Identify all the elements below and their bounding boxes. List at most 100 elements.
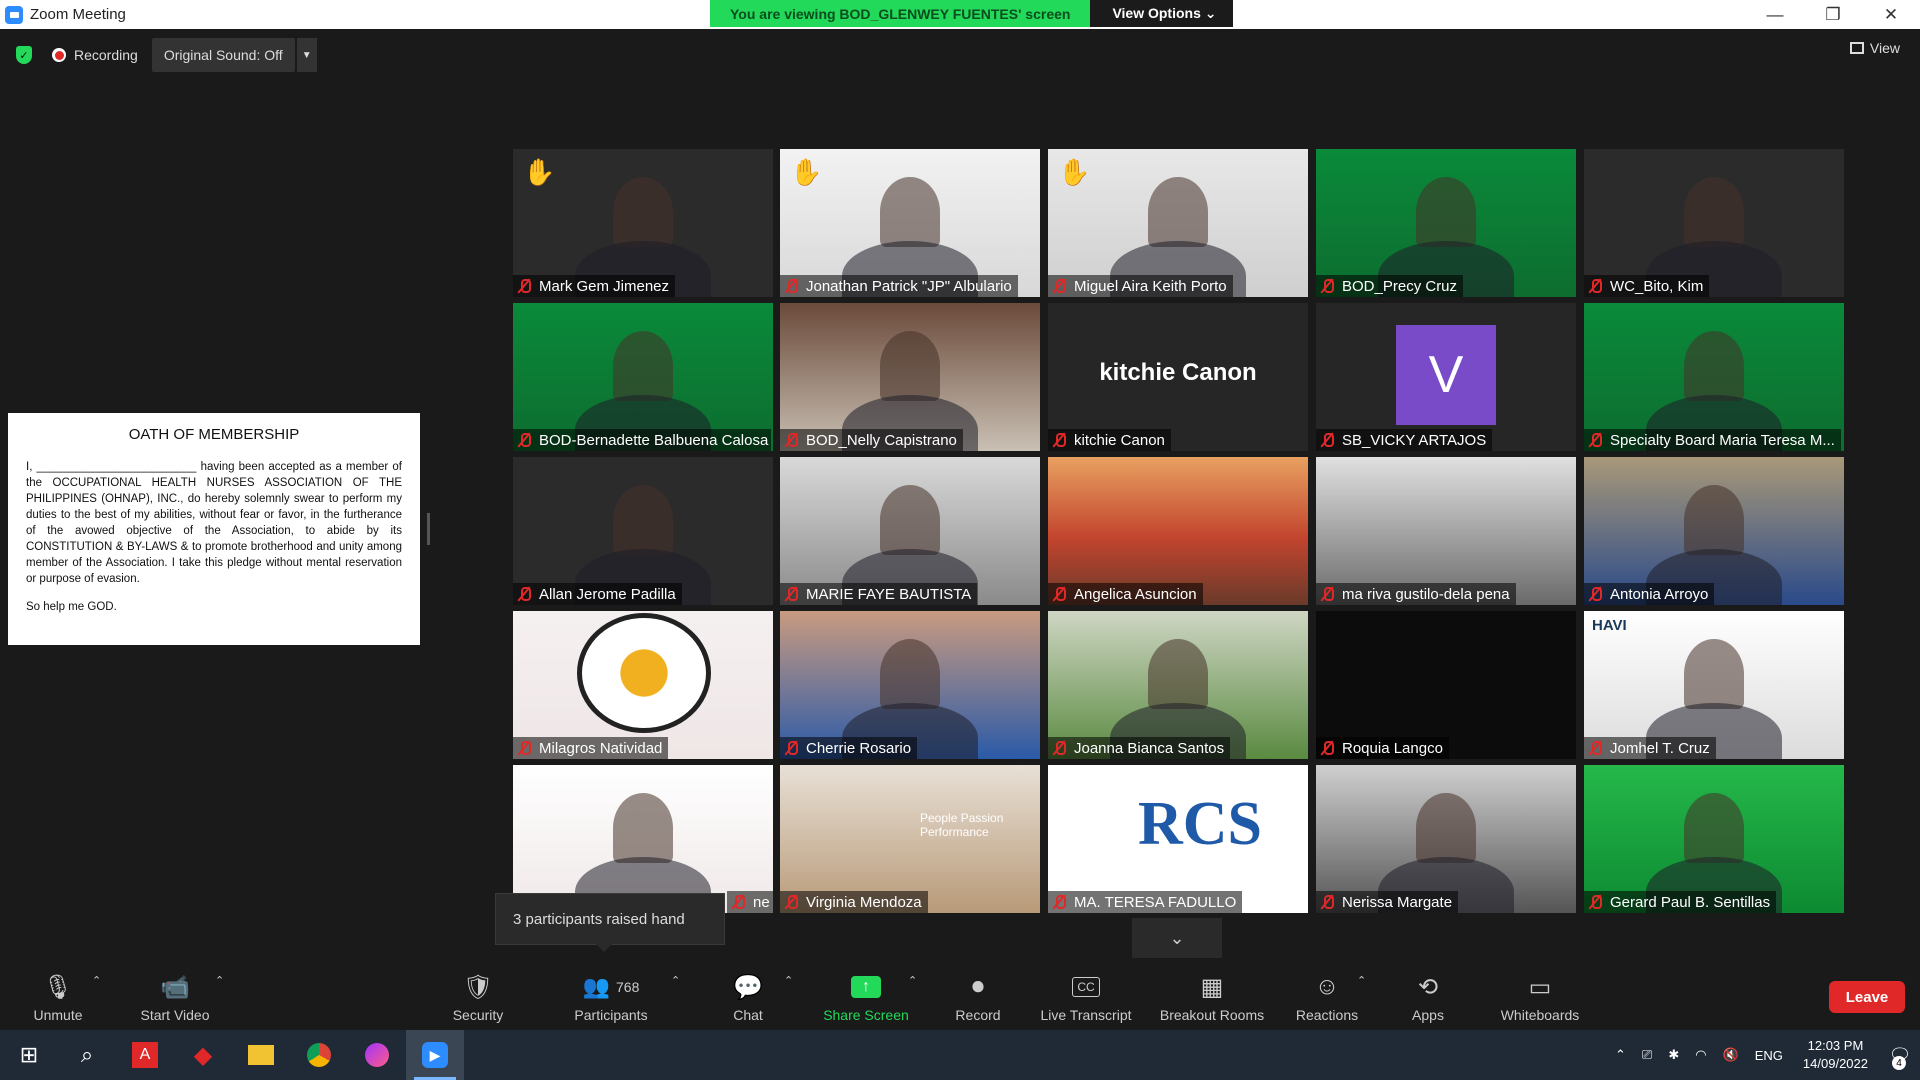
participant-name-label: MARIE FAYE BAUTISTA [780, 583, 978, 605]
participant-tile[interactable]: MARIE FAYE BAUTISTA [780, 457, 1040, 605]
original-sound-button[interactable]: Original Sound: Off [151, 38, 295, 72]
share-screen-button[interactable]: ↑ Share Screen [820, 960, 912, 1027]
participant-tile[interactable]: Joanna Bianca Santos [1048, 611, 1308, 759]
participant-name-label: kitchie Canon [1048, 429, 1171, 451]
chat-options-caret[interactable]: ⌃ [784, 974, 793, 987]
participant-name: Miguel Aira Keith Porto [1074, 277, 1227, 295]
participant-silhouette [613, 793, 673, 863]
security-button[interactable]: 🛡 Security [448, 960, 508, 1027]
zoom-taskbar-icon[interactable]: ▶ [406, 1030, 464, 1080]
mic-muted-icon [517, 586, 531, 602]
mic-muted-icon [1052, 278, 1066, 294]
notification-center-icon[interactable]: 🗨 4 [1880, 1030, 1920, 1080]
original-sound-dropdown[interactable]: ▼ [296, 38, 317, 72]
participant-tile[interactable]: WC_Bito, Kim [1584, 149, 1844, 297]
participant-tile[interactable]: ma riva gustilo-dela pena [1316, 457, 1576, 605]
bluetooth-icon[interactable]: ✱ [1668, 1047, 1679, 1063]
participant-name-label: Cherrie Rosario [780, 737, 918, 759]
participant-name-label: Jomhel T. Cruz [1584, 737, 1716, 759]
reactions-options-caret[interactable]: ⌃ [1357, 974, 1366, 987]
unmute-button[interactable]: 🎙 Unmute [22, 960, 94, 1027]
participant-tile[interactable]: RCS MA. TERESA FADULLO [1048, 765, 1308, 913]
wifi-icon[interactable]: ◠ [1695, 1047, 1706, 1063]
participant-tile[interactable]: ✋ Miguel Aira Keith Porto [1048, 149, 1308, 297]
messenger-icon[interactable] [348, 1030, 406, 1080]
encryption-shield-icon[interactable]: ✓ [16, 46, 32, 64]
cc-icon: CC [1072, 973, 1100, 1001]
volume-muted-icon[interactable]: 🔇 [1723, 1047, 1739, 1063]
participant-tile[interactable]: kitchie Canon kitchie Canon [1048, 303, 1308, 451]
participant-tile[interactable]: Gerard Paul B. Sentillas [1584, 765, 1844, 913]
mic-muted-icon [1588, 894, 1602, 910]
raised-hand-tooltip: 3 participants raised hand [495, 893, 725, 952]
participant-name: Nerissa Margate [1342, 893, 1453, 911]
participant-name: Antonia Arroyo [1610, 585, 1709, 603]
restore-button[interactable]: ❐ [1804, 0, 1862, 29]
participant-name: Cherrie Rosario [806, 739, 912, 757]
record-button[interactable]: ⏺ Record [950, 960, 1006, 1027]
reactions-button[interactable]: ☺ Reactions [1292, 960, 1362, 1027]
windows-start-icon[interactable]: ⊞ [0, 1030, 58, 1080]
close-button[interactable]: ✕ [1862, 0, 1920, 29]
start-video-button[interactable]: 📹 Start Video [132, 960, 218, 1027]
zoom-app-icon [5, 5, 23, 24]
search-icon[interactable]: ⌕ [58, 1030, 116, 1080]
participant-tile[interactable]: Specialty Board Maria Teresa M... [1584, 303, 1844, 451]
tray-overflow-icon[interactable]: ⌃ [1615, 1047, 1626, 1063]
participant-tile[interactable]: BOD-Bernadette Balbuena Calosa [513, 303, 773, 451]
language-indicator[interactable]: ENG [1755, 1048, 1783, 1063]
view-label: View [1869, 40, 1900, 56]
live-transcript-button[interactable]: CC Live Transcript [1036, 960, 1136, 1027]
participant-name-label: BOD-Bernadette Balbuena Calosa [513, 429, 771, 451]
taskbar-clock[interactable]: 12:03 PM 14/09/2022 [1803, 1037, 1868, 1073]
participant-tile[interactable]: BOD_Precy Cruz [1316, 149, 1576, 297]
participant-tile[interactable]: HAVI Jomhel T. Cruz [1584, 611, 1844, 759]
share-options-caret[interactable]: ⌃ [908, 974, 917, 987]
participant-name: BOD_Nelly Capistrano [806, 431, 957, 449]
rcs-logo: RCS [1138, 790, 1263, 858]
minimize-button[interactable]: — [1746, 0, 1804, 29]
participant-tile[interactable]: Antonia Arroyo [1584, 457, 1844, 605]
participant-tile[interactable]: ✋ Jonathan Patrick "JP" Albulario [780, 149, 1040, 297]
raised-hand-icon: ✋ [523, 157, 556, 187]
participant-name: Specialty Board Maria Teresa M... [1610, 431, 1835, 449]
shield-icon: 🛡 [462, 973, 494, 1001]
chrome-icon[interactable] [290, 1030, 348, 1080]
participant-name: Milagros Natividad [539, 739, 663, 757]
participant-name-label: Antonia Arroyo [1584, 583, 1715, 605]
leave-button[interactable]: Leave [1829, 981, 1905, 1013]
file-explorer-icon[interactable] [232, 1030, 290, 1080]
participants-button[interactable]: 👥 768 Participants [568, 960, 654, 1027]
split-drag-handle[interactable] [427, 513, 430, 545]
participant-tile[interactable]: Milagros Natividad [513, 611, 773, 759]
participant-silhouette [613, 485, 673, 555]
participant-tile[interactable]: BOD_Nelly Capistrano [780, 303, 1040, 451]
breakout-rooms-button[interactable]: ▦ Breakout Rooms [1154, 960, 1270, 1027]
participant-tile[interactable]: Nerissa Margate [1316, 765, 1576, 913]
recording-label[interactable]: Recording [74, 47, 138, 63]
chat-button[interactable]: 💬 Chat [728, 960, 768, 1027]
participant-tile[interactable]: People Passion Performance Virginia Mendo… [780, 765, 1040, 913]
audio-options-caret[interactable]: ⌃ [92, 974, 101, 987]
participant-name-label: Allan Jerome Padilla [513, 583, 682, 605]
gallery-scroll-down-button[interactable]: ⌄ [1132, 918, 1222, 958]
wps-icon[interactable]: ◆ [174, 1030, 232, 1080]
participant-tile[interactable]: Allan Jerome Padilla [513, 457, 773, 605]
mic-muted-icon [1320, 586, 1334, 602]
participant-tile[interactable]: ✋ Mark Gem Jimenez [513, 149, 773, 297]
view-button[interactable]: View [1849, 40, 1900, 56]
acrobat-icon[interactable]: A [116, 1030, 174, 1080]
whiteboards-button[interactable]: ▭ Whiteboards [1494, 960, 1586, 1027]
participant-tile[interactable]: Angelica Asuncion [1048, 457, 1308, 605]
view-options-button[interactable]: View Options ⌄ [1090, 0, 1233, 27]
participant-tile[interactable]: Cherrie Rosario [780, 611, 1040, 759]
participant-tile[interactable]: Roquia Langco [1316, 611, 1576, 759]
apps-button[interactable]: ⟲ Apps [1408, 960, 1448, 1027]
participant-name-label: Virginia Mendoza [780, 891, 928, 913]
participants-options-caret[interactable]: ⌃ [671, 974, 680, 987]
video-options-caret[interactable]: ⌃ [215, 974, 224, 987]
meet-now-icon[interactable]: ⎚ [1642, 1047, 1652, 1063]
mic-muted-icon [784, 432, 798, 448]
participant-tile[interactable]: V SB_VICKY ARTAJOS [1316, 303, 1576, 451]
participant-tile[interactable]: ne [513, 765, 773, 913]
